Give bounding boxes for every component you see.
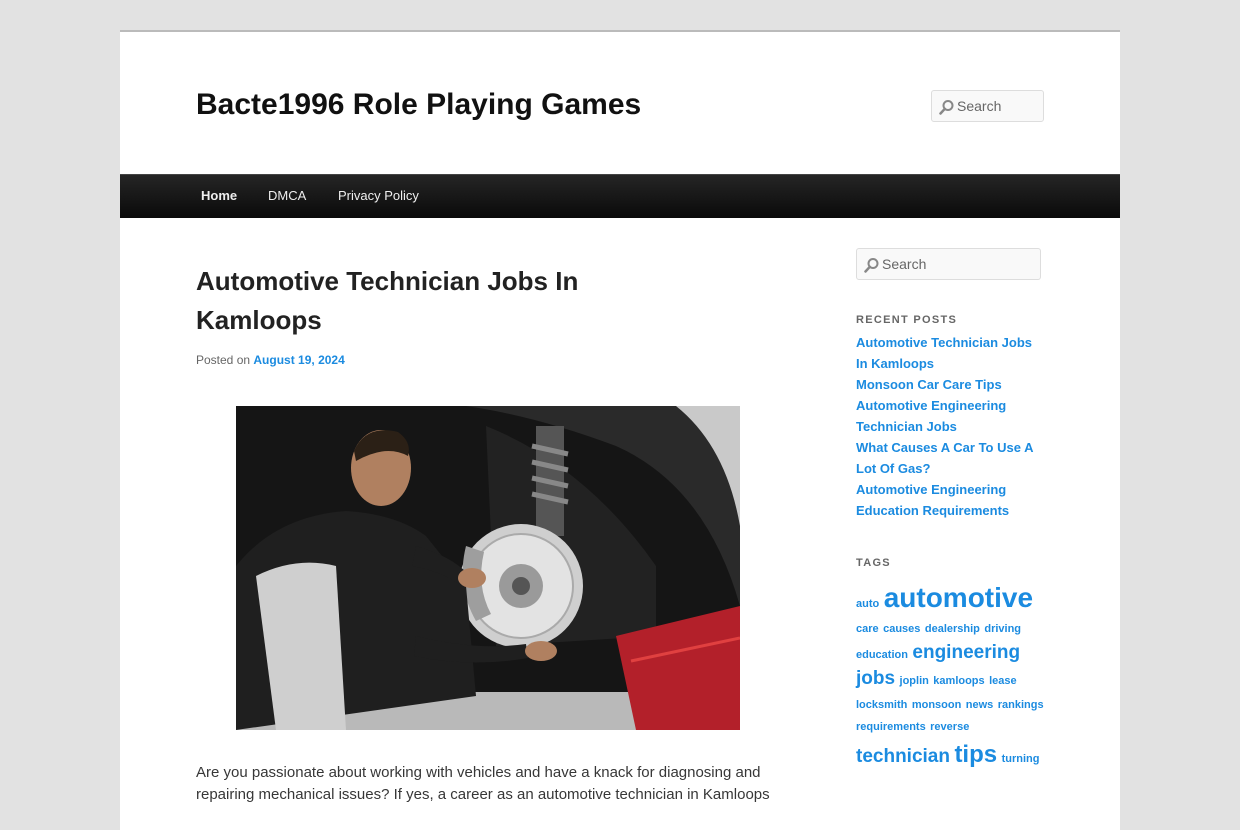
recent-post-link[interactable]: What Causes A Car To Use A Lot Of Gas? [856, 440, 1033, 476]
tag-cloud: auto automotive care causes dealership d… [856, 578, 1046, 771]
tag-link-automotive[interactable]: automotive [884, 582, 1033, 613]
tag-link-engineering[interactable]: engineering [912, 642, 1020, 663]
post-date-link[interactable]: August 19, 2024 [253, 353, 344, 367]
recent-post-link[interactable]: Automotive Technician Jobs In Kamloops [856, 335, 1032, 371]
recent-post-item: Automotive Technician Jobs In Kamloops [856, 332, 1046, 374]
tag-link-dealership[interactable]: dealership [925, 623, 980, 635]
tag-link-monsoon[interactable]: monsoon [912, 699, 962, 711]
recent-post-link[interactable]: Automotive Engineering Technician Jobs [856, 398, 1006, 434]
recent-post-item: Monsoon Car Care Tips [856, 374, 1046, 395]
search-icon [864, 258, 879, 273]
tag-link-tips[interactable]: tips [954, 741, 997, 768]
site-title[interactable]: Bacte1996 Role Playing Games [196, 88, 641, 122]
recent-posts-list: Automotive Technician Jobs In Kamloops Mo… [856, 332, 1046, 521]
tag-link-locksmith[interactable]: locksmith [856, 699, 907, 711]
recent-post-item: What Causes A Car To Use A Lot Of Gas? [856, 437, 1046, 479]
header-search-input[interactable] [957, 91, 1041, 121]
tag-link-news[interactable]: news [966, 699, 994, 711]
sidebar-search-box[interactable] [856, 248, 1041, 280]
nav-item-privacy-policy[interactable]: Privacy Policy [338, 175, 419, 217]
recent-post-item: Automotive Engineering Education Require… [856, 479, 1046, 521]
post-paragraph: Are you passionate about working with ve… [196, 764, 770, 803]
tag-link-joplin[interactable]: joplin [900, 675, 929, 687]
main-navigation: Home DMCA Privacy Policy [120, 174, 1120, 218]
tag-link-rankings[interactable]: rankings [998, 699, 1044, 711]
tags-title: Tags [856, 557, 891, 569]
sidebar-search-input[interactable] [882, 249, 1037, 279]
tag-link-lease[interactable]: lease [989, 675, 1017, 687]
tag-link-care[interactable]: care [856, 623, 879, 635]
post-meta: Posted on August 19, 2024 [196, 353, 345, 367]
post-featured-image [236, 406, 740, 730]
tag-link-causes[interactable]: causes [883, 623, 920, 635]
search-icon [939, 100, 954, 115]
tag-link-technician[interactable]: technician [856, 746, 950, 767]
page: Bacte1996 Role Playing Games Home DMCA P… [120, 30, 1120, 830]
header-search-box[interactable] [931, 90, 1044, 122]
nav-item-dmca[interactable]: DMCA [268, 175, 306, 217]
post-title: Automotive Technician Jobs In Kamloops [196, 266, 579, 335]
tag-link-requirements[interactable]: requirements [856, 721, 926, 733]
recent-posts-title: Recent Posts [856, 314, 958, 326]
tag-link-education[interactable]: education [856, 649, 908, 661]
recent-post-item: Automotive Engineering Technician Jobs [856, 395, 1046, 437]
tag-link-jobs[interactable]: jobs [856, 668, 895, 689]
tag-link-auto[interactable]: auto [856, 598, 879, 610]
nav-item-home[interactable]: Home [201, 175, 237, 217]
tag-link-driving[interactable]: driving [984, 623, 1021, 635]
recent-post-link[interactable]: Monsoon Car Care Tips [856, 377, 1002, 392]
tag-link-reverse[interactable]: reverse [930, 721, 969, 733]
tag-link-kamloops[interactable]: kamloops [933, 675, 984, 687]
recent-post-link[interactable]: Automotive Engineering Education Require… [856, 482, 1009, 518]
mechanic-brake-image [236, 406, 740, 730]
tag-link-turning[interactable]: turning [1002, 753, 1040, 765]
posted-on-label: Posted on [196, 353, 251, 367]
